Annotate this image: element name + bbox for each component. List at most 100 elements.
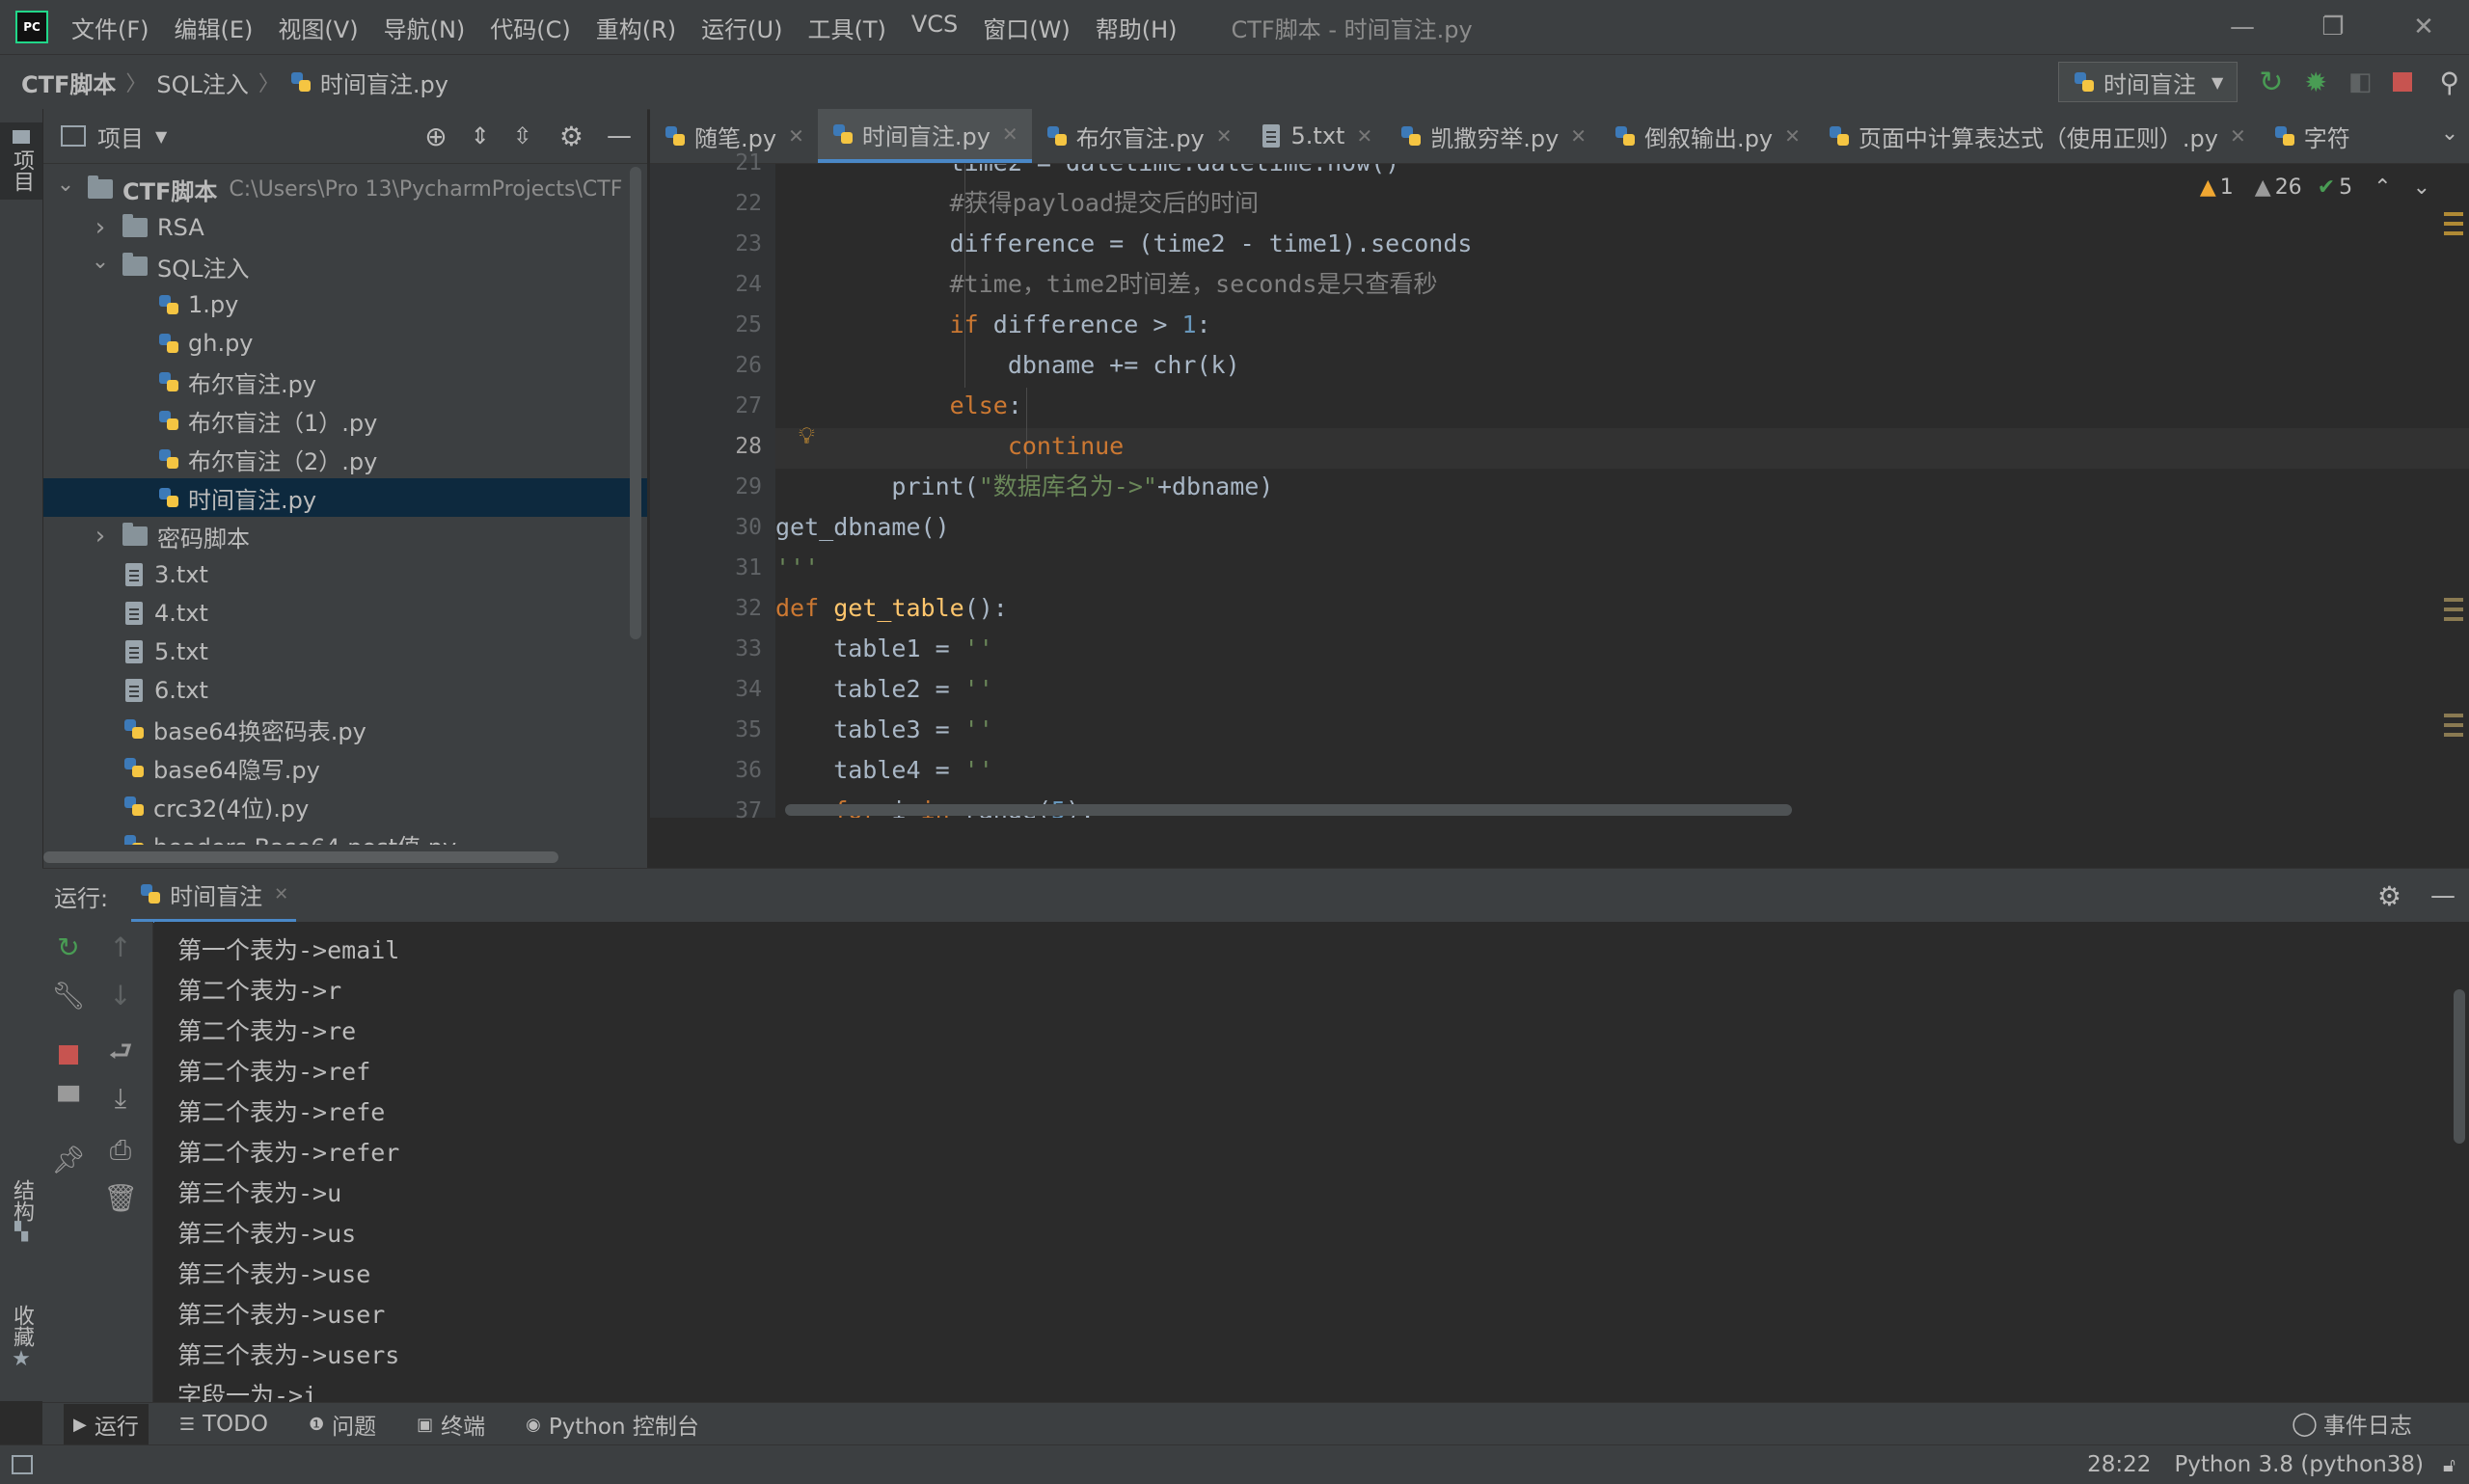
search-everywhere-icon[interactable]: ⚲: [2439, 67, 2459, 98]
editor-tab[interactable]: 布尔盲注.py ✕: [1032, 109, 1246, 163]
pin-icon[interactable]: 📌︎: [42, 1144, 95, 1175]
editor-tab[interactable]: 页面中计算表达式（使用正则）.py ✕: [1814, 109, 2260, 163]
tool-window-button[interactable]: ❶ 问题: [299, 1404, 386, 1444]
gear-icon[interactable]: ⚙: [2377, 880, 2401, 912]
locate-file-icon[interactable]: ⊕: [424, 121, 447, 152]
breadcrumb-file[interactable]: 时间盲注.py: [320, 66, 448, 99]
tree-item[interactable]: base64隐写.py: [43, 748, 647, 787]
tree-item[interactable]: ⌄ CTF脚本 C:\Users\Pro 13\PycharmProjects\CT…: [43, 170, 647, 208]
tree-item[interactable]: 5.txt: [43, 633, 647, 671]
close-icon[interactable]: ✕: [1784, 124, 1801, 148]
expand-all-icon[interactable]: ⇕: [471, 122, 490, 149]
hide-panel-icon[interactable]: —: [2430, 881, 2455, 910]
chevron-down-icon[interactable]: ⌄: [55, 173, 76, 197]
console-scrollbar[interactable]: [2454, 989, 2465, 1144]
tree-item[interactable]: gh.py: [43, 324, 647, 363]
chevron-down-icon[interactable]: ⌄: [2413, 175, 2430, 200]
coverage-icon[interactable]: ◧: [2348, 67, 2373, 96]
tree-item[interactable]: 布尔盲注（1）.py: [43, 401, 647, 440]
close-icon[interactable]: ✕: [1002, 122, 1018, 146]
breadcrumb-project[interactable]: CTF脚本: [21, 66, 116, 99]
print-icon[interactable]: ⎙: [95, 1134, 147, 1167]
menu-item[interactable]: 重构(R): [596, 11, 676, 44]
structure-tool-button[interactable]: 结构 ▚: [0, 1179, 42, 1242]
rerun-icon[interactable]: ↻: [42, 931, 95, 963]
vertical-scrollbar[interactable]: [630, 167, 641, 639]
editor-tab[interactable]: 倒叙输出.py ✕: [1600, 109, 1814, 163]
hide-panel-icon[interactable]: —: [607, 121, 632, 150]
tree-item[interactable]: ⌄ SQL注入: [43, 247, 647, 285]
editor-tab[interactable]: 字符: [2260, 109, 2364, 163]
lock-icon[interactable]: 🔓︎: [2443, 1453, 2455, 1476]
trash-icon[interactable]: 🗑︎: [95, 1182, 147, 1214]
tree-item[interactable]: 3.txt: [43, 555, 647, 594]
tree-item[interactable]: 6.txt: [43, 671, 647, 710]
menu-item[interactable]: 运行(U): [701, 11, 782, 44]
tool-window-button[interactable]: ▶ 运行: [64, 1404, 149, 1444]
chevron-up-icon[interactable]: ⌃: [2374, 175, 2391, 200]
layout-icon[interactable]: ▀: [42, 1086, 95, 1118]
arrow-down-icon[interactable]: ↓: [95, 980, 147, 1012]
inspection-widget[interactable]: ▲ 1 ▲ 26 ✔ 5 ⌃ ⌄: [2199, 175, 2430, 200]
tool-window-button[interactable]: ☰ TODO: [170, 1408, 278, 1441]
close-button[interactable]: ✕: [2378, 13, 2469, 41]
tree-item[interactable]: headers Base64 post值.py: [43, 825, 647, 845]
close-icon[interactable]: ✕: [788, 124, 804, 148]
menu-item[interactable]: VCS: [911, 11, 958, 44]
caret-position[interactable]: 28:22: [2087, 1452, 2151, 1477]
collapse-all-icon[interactable]: ⇳: [513, 122, 532, 149]
menu-item[interactable]: 代码(C): [490, 11, 570, 44]
rerun-icon[interactable]: ↻: [2259, 66, 2283, 99]
code-editor[interactable]: time2 = datetime.datetime.now() #获得paylo…: [775, 164, 2469, 818]
minimize-button[interactable]: —: [2197, 13, 2288, 41]
wrench-icon[interactable]: 🔧︎: [42, 980, 95, 1012]
interpreter-select[interactable]: Python 3.8 (python38): [2174, 1452, 2424, 1477]
breadcrumb-folder[interactable]: SQL注入: [156, 66, 249, 99]
tool-window-button[interactable]: ▣ 终端: [407, 1404, 495, 1444]
restore-button[interactable]: ❐: [2288, 13, 2378, 41]
tree-item[interactable]: 布尔盲注.py: [43, 363, 647, 401]
chevron-down-icon[interactable]: ⌄: [90, 250, 111, 274]
run-tab[interactable]: 时间盲注 ✕: [131, 869, 297, 923]
layout-toggle-icon[interactable]: [12, 1455, 33, 1474]
tree-item[interactable]: base64换密码表.py: [43, 710, 647, 748]
editor-tab[interactable]: 凯撒穷举.py ✕: [1386, 109, 1600, 163]
run-config-select[interactable]: 时间盲注 ▼: [2057, 62, 2238, 102]
stop-icon[interactable]: [2393, 72, 2413, 92]
menu-item[interactable]: 视图(V): [278, 11, 358, 44]
menu-item[interactable]: 编辑(E): [175, 11, 254, 44]
event-log-button[interactable]: ◯ 事件日志: [2292, 1404, 2412, 1443]
tree-item[interactable]: crc32(4位).py: [43, 787, 647, 825]
tool-window-button[interactable]: ◉ Python 控制台: [516, 1404, 709, 1444]
project-tool-button[interactable]: 项目: [0, 122, 42, 200]
tabs-dropdown-icon[interactable]: ⌄: [2430, 121, 2469, 146]
menu-item[interactable]: 窗口(W): [983, 11, 1070, 44]
tree-item[interactable]: › RSA: [43, 208, 647, 247]
editor-tab[interactable]: 5.txt ✕: [1246, 109, 1387, 163]
horizontal-scrollbar[interactable]: [43, 851, 558, 863]
close-icon[interactable]: ✕: [274, 884, 288, 904]
project-view-select[interactable]: 项目: [97, 120, 144, 153]
menu-item[interactable]: 文件(F): [71, 11, 149, 44]
editor-horizontal-scrollbar[interactable]: [785, 804, 1792, 816]
editor-tab[interactable]: 时间盲注.py ✕: [817, 109, 1032, 163]
tree-item[interactable]: 1.py: [43, 285, 647, 324]
arrow-up-icon[interactable]: ↑: [95, 931, 147, 963]
tree-item[interactable]: 4.txt: [43, 594, 647, 633]
soft-wrap-icon[interactable]: ⮐: [95, 1032, 147, 1078]
close-icon[interactable]: ✕: [1570, 124, 1587, 148]
tree-item[interactable]: › 密码脚本: [43, 517, 647, 555]
close-icon[interactable]: ✕: [1216, 124, 1233, 148]
stop-icon[interactable]: [42, 1039, 95, 1071]
console-output[interactable]: 第一个表为->email 第二个表为->r 第二个表为->re 第二个表为->ref 第…: [154, 922, 2469, 1402]
close-icon[interactable]: ✕: [2230, 124, 2246, 148]
gear-icon[interactable]: ⚙: [559, 121, 583, 152]
tree-item[interactable]: 布尔盲注（2）.py: [43, 440, 647, 478]
scroll-to-end-icon[interactable]: ⤓: [95, 1082, 147, 1115]
close-icon[interactable]: ✕: [1356, 124, 1372, 148]
menu-item[interactable]: 帮助(H): [1096, 11, 1178, 44]
menu-item[interactable]: 导航(N): [384, 11, 466, 44]
menu-item[interactable]: 工具(T): [807, 11, 885, 44]
chevron-down-icon[interactable]: ▼: [155, 127, 167, 146]
debug-icon[interactable]: ✹: [2304, 67, 2326, 98]
